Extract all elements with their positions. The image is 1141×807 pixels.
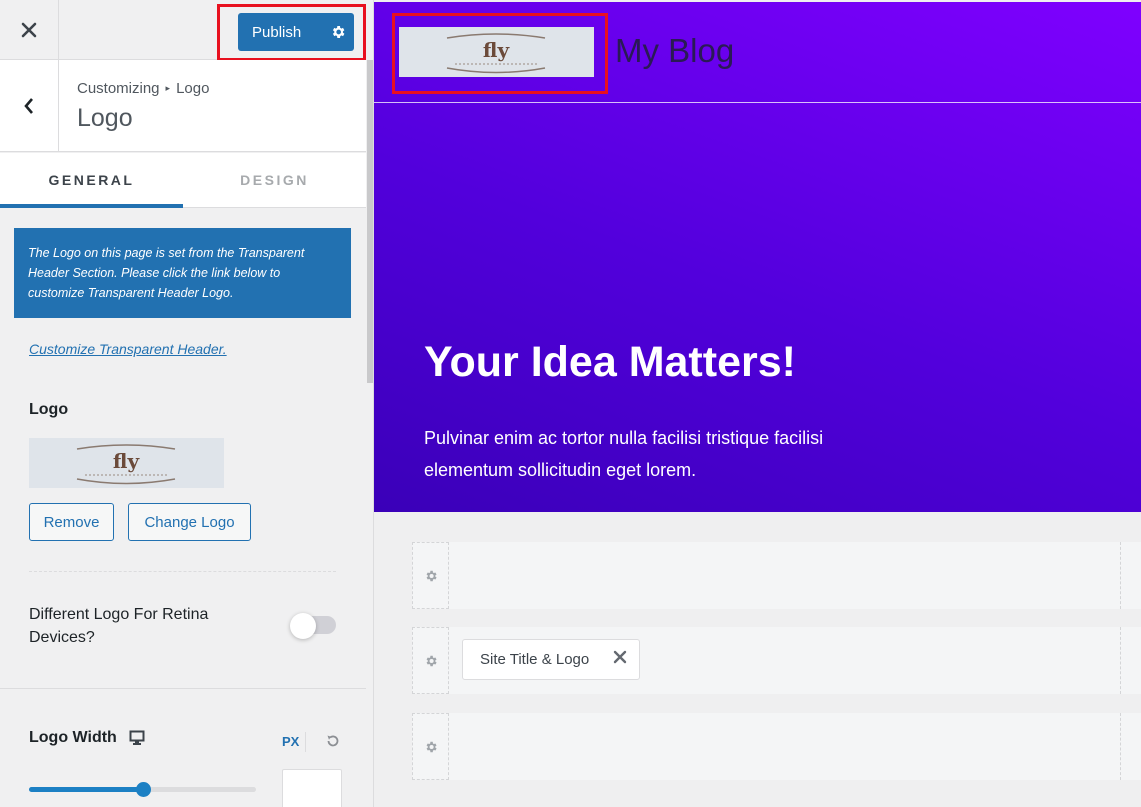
breadcrumb: Customizing ▸ Logo [77,80,209,97]
divider [29,571,336,572]
sidebar-scrollbar[interactable] [366,60,373,807]
site-logo[interactable]: fly [399,27,594,77]
fly-logo-image: fly [76,444,176,485]
publish-button[interactable]: Publish [238,13,354,51]
logo-width-input[interactable] [282,769,342,807]
gear-icon [426,655,437,666]
slider-thumb[interactable] [135,782,151,797]
reset-icon[interactable] [325,733,341,754]
row-settings-button[interactable] [412,542,449,609]
breadcrumb-separator-icon: ▸ [165,83,171,93]
customize-transparent-header-link[interactable]: Customize Transparent Header. [29,341,227,357]
divider [0,688,366,689]
header-builder-row-bottom [412,713,1141,780]
fly-logo-image: fly [446,33,546,74]
gear-icon [426,741,437,752]
row-settings-button[interactable] [412,713,449,780]
close-icon [21,22,37,37]
chip-label: Site Title & Logo [480,651,590,668]
gear-icon [426,570,437,581]
unit-separator [305,732,306,752]
remove-logo-button[interactable]: Remove [29,503,114,541]
breadcrumb-root: Customizing [77,80,160,97]
close-customizer-button[interactable] [0,0,59,59]
logo-width-header: Logo Width [29,729,145,747]
site-preview: fly My Blog Your Idea Matters! Pulvinar … [374,0,1141,807]
unit-px-button[interactable]: PX [282,734,299,749]
customizer-topbar: Publish [0,0,366,60]
section-header: Customizing ▸ Logo Logo [0,60,366,152]
logo-width-slider[interactable] [29,782,256,797]
logo-text: fly [113,449,141,473]
section-title: Logo [77,104,133,132]
header-builder-row-main: Site Title & Logo [412,627,1141,694]
slider-fill [29,787,143,792]
retina-logo-label: Different Logo For Retina Devices? [29,606,209,646]
site-title[interactable]: My Blog [615,32,734,70]
tab-general[interactable]: GENERAL [0,153,183,208]
column-separator [1120,713,1121,780]
logo-text: fly [483,38,511,62]
publish-label: Publish [252,23,302,41]
scrollbar-thumb[interactable] [367,60,373,383]
remove-chip-close-icon[interactable] [613,650,627,668]
hero-description: Pulvinar enim ac tortor nulla facilisi t… [424,428,824,480]
logo-width-label: Logo Width [29,729,117,746]
breadcrumb-current: Logo [176,80,210,97]
column-separator [1120,627,1121,694]
logo-field-label: Logo [29,401,69,418]
site-header: fly My Blog [374,2,1141,103]
hero-section: fly My Blog Your Idea Matters! Pulvinar … [374,2,1141,512]
hero-heading: Your Idea Matters! [424,338,796,386]
column-separator [1120,542,1121,609]
tab-design[interactable]: DESIGN [183,153,366,207]
row-settings-button[interactable] [412,627,449,694]
customizer-sidebar: Publish Customizing ▸ Logo Logo GENERAL DE… [0,0,374,807]
desktop-monitor-icon[interactable] [129,730,145,746]
transparent-header-notice: The Logo on this page is set from the Tr… [14,228,351,318]
change-logo-button[interactable]: Change Logo [128,503,251,541]
back-button[interactable] [0,60,59,151]
retina-logo-toggle[interactable] [290,613,336,639]
logo-thumbnail[interactable]: fly [29,438,224,488]
toggle-knob [290,613,316,639]
chevron-left-icon [24,97,33,114]
header-builder-row-top [412,542,1141,609]
publish-settings-gear-icon[interactable] [322,24,354,40]
tab-bar: GENERAL DESIGN [0,153,366,208]
site-title-logo-chip[interactable]: Site Title & Logo [462,639,640,680]
